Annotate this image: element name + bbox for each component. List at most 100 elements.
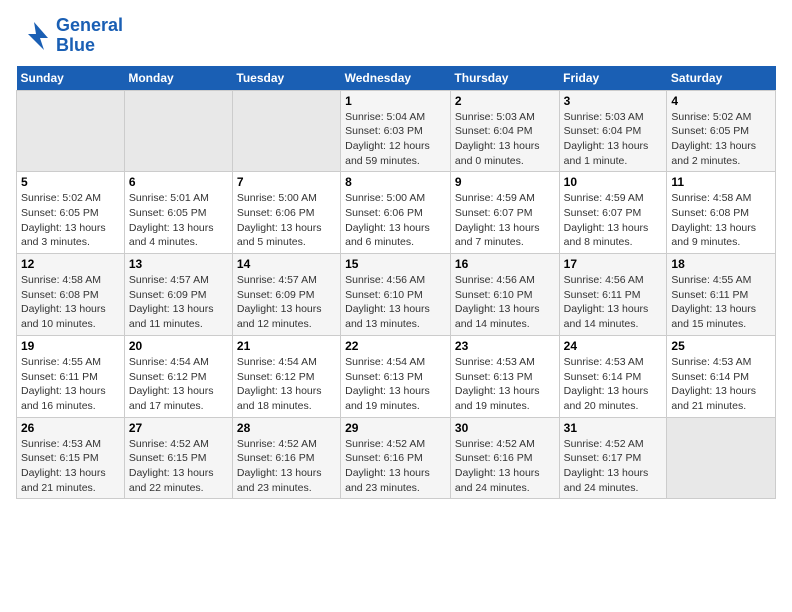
daylight-label: Daylight: 13 hours and 21 minutes.: [671, 385, 756, 412]
sunrise-label: Sunrise: 4:56 AM: [564, 274, 644, 286]
sunrise-label: Sunrise: 5:00 AM: [237, 192, 317, 204]
sunrise-label: Sunrise: 4:58 AM: [21, 274, 101, 286]
calendar-cell: [124, 90, 232, 172]
day-info: Sunrise: 4:53 AM Sunset: 6:15 PM Dayligh…: [21, 437, 120, 496]
weekday-header-thursday: Thursday: [450, 66, 559, 91]
daylight-label: Daylight: 13 hours and 14 minutes.: [455, 303, 540, 330]
sunset-label: Sunset: 6:14 PM: [671, 371, 749, 383]
calendar-cell: 27 Sunrise: 4:52 AM Sunset: 6:15 PM Dayl…: [124, 417, 232, 499]
calendar-cell: 1 Sunrise: 5:04 AM Sunset: 6:03 PM Dayli…: [341, 90, 451, 172]
calendar-cell: 8 Sunrise: 5:00 AM Sunset: 6:06 PM Dayli…: [341, 172, 451, 254]
day-number: 3: [564, 94, 663, 108]
day-info: Sunrise: 4:53 AM Sunset: 6:13 PM Dayligh…: [455, 355, 555, 414]
sunrise-label: Sunrise: 4:52 AM: [455, 438, 535, 450]
daylight-label: Daylight: 13 hours and 0 minutes.: [455, 140, 540, 167]
weekday-header-sunday: Sunday: [17, 66, 125, 91]
sunrise-label: Sunrise: 4:56 AM: [455, 274, 535, 286]
sunrise-label: Sunrise: 4:53 AM: [671, 356, 751, 368]
day-number: 4: [671, 94, 771, 108]
daylight-label: Daylight: 13 hours and 11 minutes.: [129, 303, 214, 330]
sunrise-label: Sunrise: 4:59 AM: [455, 192, 535, 204]
calendar-cell: 6 Sunrise: 5:01 AM Sunset: 6:05 PM Dayli…: [124, 172, 232, 254]
day-number: 29: [345, 421, 446, 435]
day-number: 10: [564, 175, 663, 189]
calendar-cell: 4 Sunrise: 5:02 AM Sunset: 6:05 PM Dayli…: [667, 90, 776, 172]
calendar-cell: 26 Sunrise: 4:53 AM Sunset: 6:15 PM Dayl…: [17, 417, 125, 499]
sunset-label: Sunset: 6:03 PM: [345, 125, 423, 137]
sunrise-label: Sunrise: 5:01 AM: [129, 192, 209, 204]
sunset-label: Sunset: 6:09 PM: [237, 289, 315, 301]
day-info: Sunrise: 5:02 AM Sunset: 6:05 PM Dayligh…: [21, 191, 120, 250]
day-number: 20: [129, 339, 228, 353]
sunrise-label: Sunrise: 4:54 AM: [237, 356, 317, 368]
sunrise-label: Sunrise: 4:53 AM: [455, 356, 535, 368]
day-info: Sunrise: 5:00 AM Sunset: 6:06 PM Dayligh…: [345, 191, 446, 250]
sunset-label: Sunset: 6:07 PM: [564, 207, 642, 219]
calendar-cell: 15 Sunrise: 4:56 AM Sunset: 6:10 PM Dayl…: [341, 254, 451, 336]
calendar-cell: 16 Sunrise: 4:56 AM Sunset: 6:10 PM Dayl…: [450, 254, 559, 336]
day-number: 25: [671, 339, 771, 353]
sunset-label: Sunset: 6:05 PM: [129, 207, 207, 219]
day-info: Sunrise: 4:53 AM Sunset: 6:14 PM Dayligh…: [564, 355, 663, 414]
weekday-header-monday: Monday: [124, 66, 232, 91]
day-info: Sunrise: 4:52 AM Sunset: 6:16 PM Dayligh…: [455, 437, 555, 496]
daylight-label: Daylight: 13 hours and 6 minutes.: [345, 222, 430, 249]
weekday-header-wednesday: Wednesday: [341, 66, 451, 91]
day-info: Sunrise: 4:55 AM Sunset: 6:11 PM Dayligh…: [671, 273, 771, 332]
sunset-label: Sunset: 6:16 PM: [455, 452, 533, 464]
sunset-label: Sunset: 6:06 PM: [345, 207, 423, 219]
weekday-header-tuesday: Tuesday: [232, 66, 340, 91]
day-number: 22: [345, 339, 446, 353]
calendar-cell: 31 Sunrise: 4:52 AM Sunset: 6:17 PM Dayl…: [559, 417, 667, 499]
day-number: 9: [455, 175, 555, 189]
calendar-cell: 11 Sunrise: 4:58 AM Sunset: 6:08 PM Dayl…: [667, 172, 776, 254]
sunrise-label: Sunrise: 4:57 AM: [129, 274, 209, 286]
calendar-cell: 10 Sunrise: 4:59 AM Sunset: 6:07 PM Dayl…: [559, 172, 667, 254]
day-number: 1: [345, 94, 446, 108]
calendar-cell: 18 Sunrise: 4:55 AM Sunset: 6:11 PM Dayl…: [667, 254, 776, 336]
week-row-5: 26 Sunrise: 4:53 AM Sunset: 6:15 PM Dayl…: [17, 417, 776, 499]
sunset-label: Sunset: 6:11 PM: [671, 289, 748, 301]
sunset-label: Sunset: 6:06 PM: [237, 207, 315, 219]
sunrise-label: Sunrise: 4:55 AM: [21, 356, 101, 368]
sunrise-label: Sunrise: 4:55 AM: [671, 274, 751, 286]
daylight-label: Daylight: 13 hours and 14 minutes.: [564, 303, 649, 330]
day-info: Sunrise: 5:00 AM Sunset: 6:06 PM Dayligh…: [237, 191, 336, 250]
day-number: 24: [564, 339, 663, 353]
daylight-label: Daylight: 13 hours and 8 minutes.: [564, 222, 649, 249]
day-info: Sunrise: 5:01 AM Sunset: 6:05 PM Dayligh…: [129, 191, 228, 250]
page-header: General Blue: [16, 16, 776, 56]
day-number: 5: [21, 175, 120, 189]
day-number: 18: [671, 257, 771, 271]
day-number: 28: [237, 421, 336, 435]
day-number: 12: [21, 257, 120, 271]
calendar-cell: 23 Sunrise: 4:53 AM Sunset: 6:13 PM Dayl…: [450, 335, 559, 417]
calendar-cell: 13 Sunrise: 4:57 AM Sunset: 6:09 PM Dayl…: [124, 254, 232, 336]
calendar-cell: 30 Sunrise: 4:52 AM Sunset: 6:16 PM Dayl…: [450, 417, 559, 499]
day-info: Sunrise: 4:52 AM Sunset: 6:16 PM Dayligh…: [237, 437, 336, 496]
day-number: 31: [564, 421, 663, 435]
sunrise-label: Sunrise: 5:02 AM: [21, 192, 101, 204]
day-number: 14: [237, 257, 336, 271]
daylight-label: Daylight: 13 hours and 5 minutes.: [237, 222, 322, 249]
sunrise-label: Sunrise: 4:52 AM: [237, 438, 317, 450]
calendar-cell: 17 Sunrise: 4:56 AM Sunset: 6:11 PM Dayl…: [559, 254, 667, 336]
day-number: 16: [455, 257, 555, 271]
sunset-label: Sunset: 6:17 PM: [564, 452, 642, 464]
calendar-cell: 24 Sunrise: 4:53 AM Sunset: 6:14 PM Dayl…: [559, 335, 667, 417]
sunrise-label: Sunrise: 4:52 AM: [564, 438, 644, 450]
daylight-label: Daylight: 13 hours and 18 minutes.: [237, 385, 322, 412]
sunrise-label: Sunrise: 5:00 AM: [345, 192, 425, 204]
calendar-table: SundayMondayTuesdayWednesdayThursdayFrid…: [16, 66, 776, 500]
daylight-label: Daylight: 12 hours and 59 minutes.: [345, 140, 430, 167]
logo-icon: [16, 18, 52, 54]
sunrise-label: Sunrise: 4:59 AM: [564, 192, 644, 204]
calendar-cell: 25 Sunrise: 4:53 AM Sunset: 6:14 PM Dayl…: [667, 335, 776, 417]
calendar-cell: 28 Sunrise: 4:52 AM Sunset: 6:16 PM Dayl…: [232, 417, 340, 499]
week-row-4: 19 Sunrise: 4:55 AM Sunset: 6:11 PM Dayl…: [17, 335, 776, 417]
sunrise-label: Sunrise: 4:58 AM: [671, 192, 751, 204]
sunset-label: Sunset: 6:09 PM: [129, 289, 207, 301]
day-number: 7: [237, 175, 336, 189]
sunset-label: Sunset: 6:16 PM: [237, 452, 315, 464]
day-info: Sunrise: 4:57 AM Sunset: 6:09 PM Dayligh…: [129, 273, 228, 332]
